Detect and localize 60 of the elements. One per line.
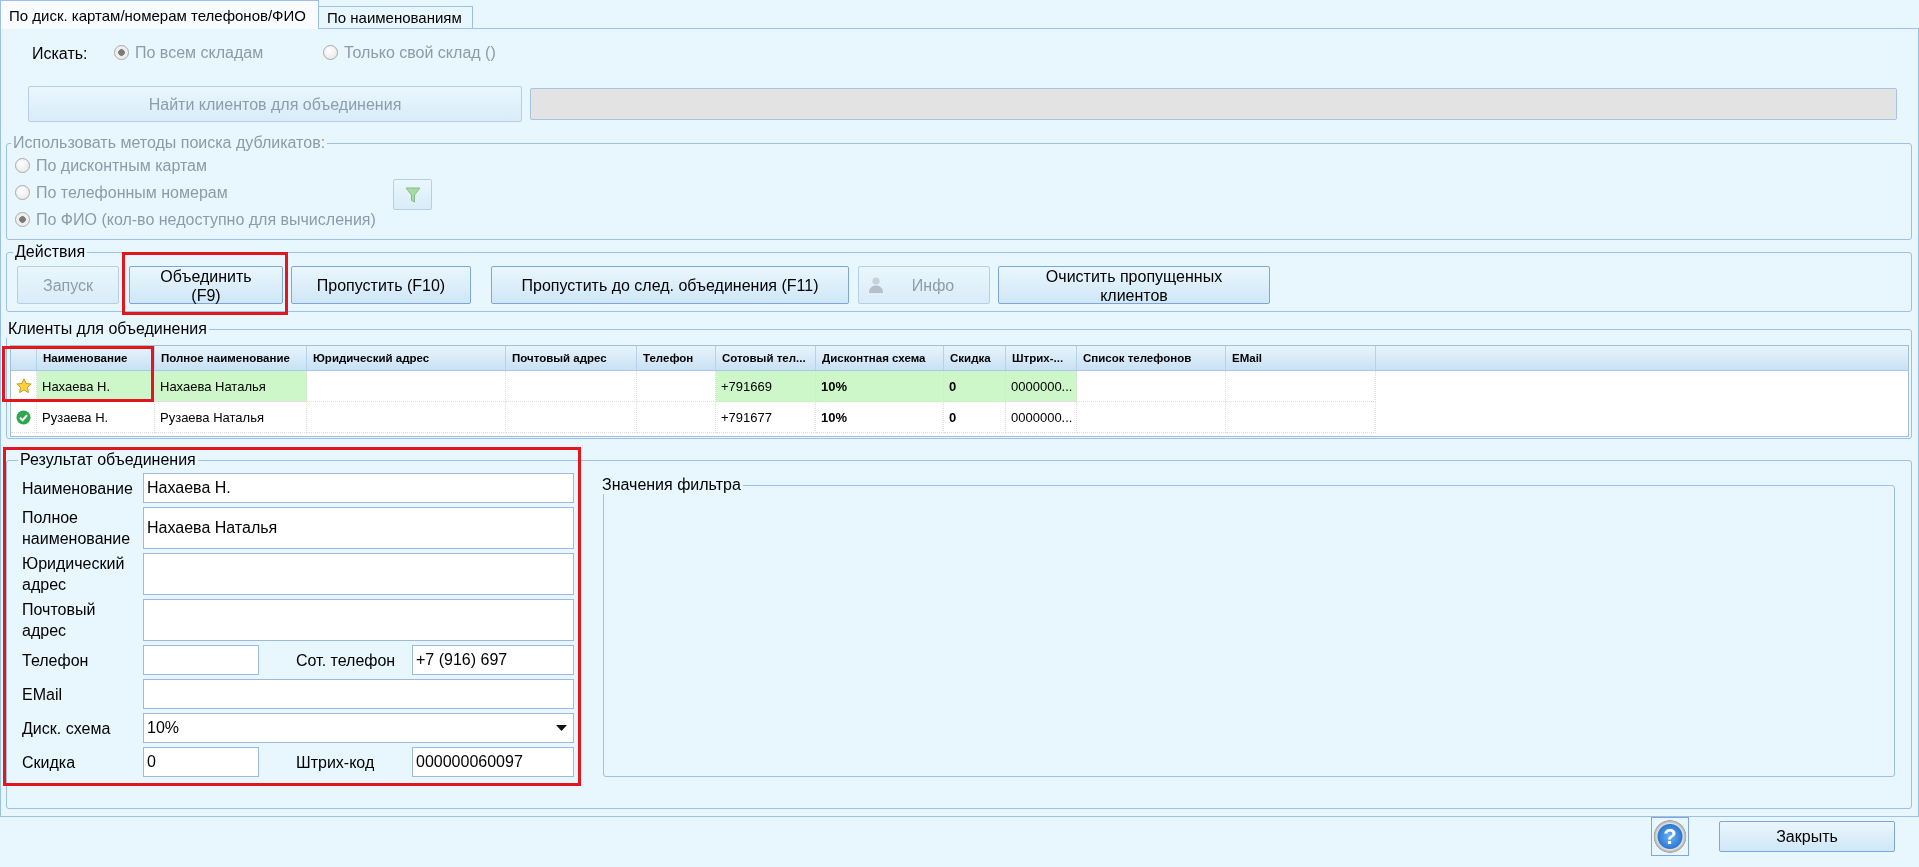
close-button[interactable]: Закрыть	[1719, 821, 1895, 852]
table-cell: +791669	[716, 371, 816, 402]
text-field[interactable]	[143, 645, 259, 675]
group-title: Значения фильтра	[601, 476, 742, 494]
column-header[interactable]: Сотовый тел...	[716, 346, 816, 370]
field-label: Сот. телефон	[296, 650, 397, 671]
column-header[interactable]: Юридический адрес	[307, 346, 506, 370]
action-button[interactable]: Объединить (F9)	[129, 266, 283, 304]
group-title: Действия	[14, 243, 87, 261]
column-header[interactable]: EMail	[1226, 346, 1376, 370]
column-header[interactable]: Скидка	[944, 346, 1006, 370]
table-cell: 10%	[816, 371, 944, 402]
field-label: EMail	[22, 684, 63, 705]
column-header[interactable]: Дисконтная схема	[816, 346, 944, 370]
table-cell: Нахаева Наталья	[155, 371, 307, 402]
person-icon	[867, 276, 885, 294]
column-header[interactable]: Список телефонов	[1077, 346, 1226, 370]
text-field[interactable]: 000000060097	[412, 747, 574, 777]
search-label: Искать:	[32, 45, 89, 63]
column-header[interactable]: Телефон	[637, 346, 716, 370]
table-cell: 0	[944, 371, 1006, 402]
check-circle-icon	[16, 409, 31, 425]
column-header[interactable]: Почтовый адрес	[506, 346, 637, 370]
star-icon	[15, 378, 32, 394]
group-title: Клиенты для объединения	[7, 320, 208, 338]
dropdown-field[interactable]: 10%	[143, 713, 574, 743]
text-field[interactable]	[143, 553, 574, 595]
field-label: Диск. схема	[22, 718, 112, 739]
field-label: Полное наименование	[22, 508, 132, 549]
field-label: Штрих-код	[296, 752, 376, 773]
group-title: Результат объединения	[19, 451, 197, 469]
table-cell: Рузаева Наталья	[155, 402, 307, 433]
table-cell: +791677	[716, 402, 816, 433]
field-label: Телефон	[22, 650, 90, 671]
column-header[interactable]: Наименование	[37, 346, 155, 370]
table-cell: 10%	[816, 402, 944, 433]
text-field[interactable]: +7 (916) 697	[412, 645, 574, 675]
column-header[interactable]: Полное наименование	[155, 346, 307, 370]
table-cell: 0	[944, 402, 1006, 433]
table-cell: 0000000...	[1006, 371, 1077, 402]
tab[interactable]: По диск. картам/номерам телефонов/ФИО	[0, 0, 319, 29]
tab[interactable]: По наименованиям	[318, 6, 473, 28]
action-button[interactable]: Очистить пропущенных клиентов	[998, 266, 1270, 304]
text-field[interactable]: Нахаева Наталья	[143, 507, 574, 549]
text-field[interactable]: Нахаева Н.	[143, 473, 574, 503]
action-button[interactable]: Пропустить (F10)	[291, 266, 471, 304]
text-field[interactable]: 0	[143, 747, 259, 777]
caret-down-icon	[556, 725, 567, 731]
table-cell: 0000000...	[1006, 402, 1077, 433]
table-cell: Рузаева Н.	[37, 402, 155, 433]
field-label: Наименование	[22, 478, 134, 499]
text-field[interactable]	[143, 599, 574, 641]
funnel-icon	[403, 185, 422, 204]
action-button[interactable]: Пропустить до след. объединения (F11)	[491, 266, 849, 304]
column-header[interactable]: Штрих-...	[1006, 346, 1077, 370]
group-title: Использовать методы поиска дубликатов:	[12, 134, 327, 152]
field-label: Юридический адрес	[22, 554, 126, 595]
text-field[interactable]	[143, 679, 574, 709]
field-label: Почтовый адрес	[22, 600, 97, 641]
field-label: Скидка	[22, 752, 77, 773]
